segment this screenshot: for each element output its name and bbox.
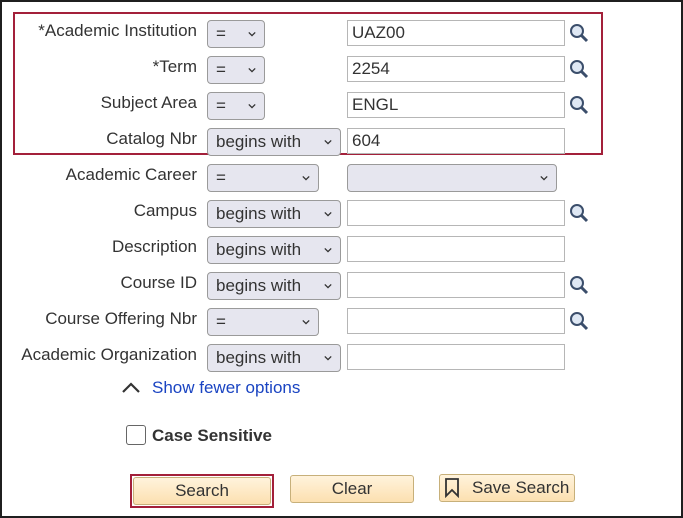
chevron-down-icon (248, 67, 256, 73)
search-button[interactable]: Search (133, 477, 271, 505)
lookup-magnifier-icon[interactable] (568, 310, 590, 332)
chevron-down-icon (540, 175, 548, 181)
label-academic-institution: *Academic Institution (38, 21, 197, 40)
description-input[interactable] (347, 236, 565, 262)
operator-value: = (216, 24, 226, 43)
label-term: *Term (152, 57, 197, 76)
term-input[interactable]: 2254 (347, 56, 565, 82)
subject-area-operator-select[interactable]: = (207, 92, 265, 120)
label-course-offering-nbr: Course Offering Nbr (45, 309, 197, 328)
course-id-input[interactable] (347, 272, 565, 298)
campus-input[interactable] (347, 200, 565, 226)
case-sensitive-checkbox[interactable] (126, 425, 146, 445)
label-catalog-nbr: Catalog Nbr (106, 129, 197, 148)
label-course-id: Course ID (120, 273, 197, 292)
label-academic-career: Academic Career (65, 165, 197, 184)
operator-value: = (216, 60, 226, 79)
lookup-magnifier-icon[interactable] (568, 274, 590, 296)
lookup-magnifier-icon[interactable] (568, 94, 590, 116)
operator-value: = (216, 96, 226, 115)
course-offering-nbr-operator-select[interactable]: = (207, 308, 319, 336)
chevron-down-icon (302, 319, 310, 325)
label-academic-organization: Academic Organization (21, 345, 197, 364)
chevron-down-icon (324, 283, 332, 289)
save-search-label: Save Search (472, 478, 570, 497)
course-id-operator-select[interactable]: begins with (207, 272, 341, 300)
chevron-down-icon (324, 247, 332, 253)
academic-institution-input[interactable]: UAZ00 (347, 20, 565, 46)
case-sensitive-label: Case Sensitive (152, 426, 273, 445)
operator-value: = (216, 312, 226, 331)
show-fewer-options-link[interactable]: Show fewer options (152, 378, 300, 398)
campus-operator-select[interactable]: begins with (207, 200, 341, 228)
academic-career-value-select[interactable] (347, 164, 557, 192)
operator-value: begins with (216, 240, 302, 259)
operator-value: = (216, 168, 226, 187)
chevron-down-icon (324, 139, 332, 145)
chevron-down-icon (248, 31, 256, 37)
save-search-button[interactable]: Save Search (439, 474, 575, 502)
lookup-magnifier-icon[interactable] (568, 202, 590, 224)
catalog-nbr-input[interactable]: 604 (347, 128, 565, 154)
academic-organization-input[interactable] (347, 344, 565, 370)
chevron-down-icon (324, 355, 332, 361)
academic-career-operator-select[interactable]: = (207, 164, 319, 192)
clear-button[interactable]: Clear (290, 475, 414, 503)
operator-value: begins with (216, 348, 302, 367)
label-campus: Campus (133, 201, 197, 220)
label-subject-area: Subject Area (100, 93, 197, 112)
academic-institution-operator-select[interactable]: = (207, 20, 265, 48)
operator-value: begins with (216, 204, 302, 223)
lookup-magnifier-icon[interactable] (568, 22, 590, 44)
lookup-magnifier-icon[interactable] (568, 58, 590, 80)
label-description: Description (111, 237, 197, 256)
operator-value: begins with (216, 132, 302, 151)
bookmark-icon (445, 478, 459, 498)
catalog-nbr-operator-select[interactable]: begins with (207, 128, 341, 156)
chevron-down-icon (324, 211, 332, 217)
chevron-up-icon[interactable] (121, 379, 141, 395)
academic-organization-operator-select[interactable]: begins with (207, 344, 341, 372)
term-operator-select[interactable]: = (207, 56, 265, 84)
description-operator-select[interactable]: begins with (207, 236, 341, 264)
operator-value: begins with (216, 276, 302, 295)
chevron-down-icon (248, 103, 256, 109)
chevron-down-icon (302, 175, 310, 181)
subject-area-input[interactable]: ENGL (347, 92, 565, 118)
course-offering-nbr-input[interactable] (347, 308, 565, 334)
